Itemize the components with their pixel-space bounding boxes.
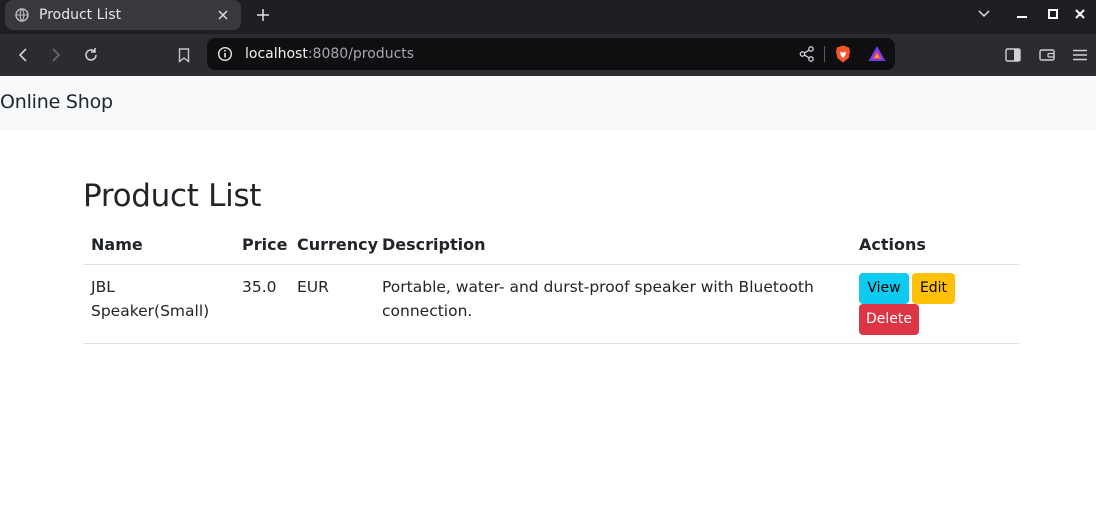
site-info-icon[interactable] bbox=[217, 46, 233, 62]
navbar-brand[interactable]: Online Shop bbox=[0, 91, 113, 113]
table-header: Name Price Currency Description Actions bbox=[83, 226, 1019, 265]
bookmark-icon[interactable] bbox=[173, 44, 195, 66]
column-header-name: Name bbox=[91, 235, 143, 254]
chevron-down-icon[interactable] bbox=[973, 4, 995, 24]
forward-button[interactable] bbox=[45, 44, 67, 66]
edit-button[interactable]: Edit bbox=[912, 273, 955, 304]
back-button[interactable] bbox=[12, 44, 34, 66]
product-currency-cell: EUR bbox=[297, 278, 329, 296]
rewards-icon[interactable] bbox=[867, 44, 887, 64]
browser-toolbar: localhost:8080/products bbox=[0, 34, 1096, 76]
brave-shield-icon[interactable] bbox=[833, 44, 853, 64]
column-header-currency: Currency bbox=[297, 235, 379, 254]
url-host: localhost bbox=[245, 46, 308, 62]
page-title: Product List bbox=[83, 178, 262, 214]
browser-tab[interactable]: Product List bbox=[5, 0, 241, 30]
browser-tab-bar: Product List bbox=[0, 0, 1096, 34]
delete-button[interactable]: Delete bbox=[859, 304, 919, 335]
minimize-button[interactable] bbox=[1011, 4, 1033, 24]
product-description-cell: Portable, water- and durst-proof speaker… bbox=[382, 278, 814, 320]
sidebar-toggle-icon[interactable] bbox=[1002, 44, 1024, 66]
product-name-cell: JBL Speaker(Small) bbox=[91, 278, 210, 320]
address-bar[interactable]: localhost:8080/products bbox=[207, 38, 895, 70]
globe-icon bbox=[15, 8, 29, 22]
maximize-button[interactable] bbox=[1042, 4, 1064, 24]
table-row: JBL Speaker(Small) 35.0 EUR Portable, wa… bbox=[83, 265, 1019, 344]
new-tab-button[interactable] bbox=[253, 5, 273, 25]
product-price-cell: 35.0 bbox=[242, 278, 277, 296]
url-text[interactable]: localhost:8080/products bbox=[245, 38, 414, 70]
divider bbox=[824, 46, 825, 62]
site-navbar: Online Shop bbox=[0, 76, 1096, 131]
menu-icon[interactable] bbox=[1069, 44, 1091, 66]
close-window-button[interactable] bbox=[1069, 4, 1091, 24]
view-button[interactable]: View bbox=[859, 273, 909, 304]
column-header-price: Price bbox=[242, 235, 288, 254]
url-path: :8080/products bbox=[307, 46, 415, 62]
share-icon[interactable] bbox=[798, 45, 816, 63]
column-header-actions: Actions bbox=[859, 235, 926, 254]
column-header-description: Description bbox=[382, 235, 486, 254]
wallet-icon[interactable] bbox=[1036, 44, 1058, 66]
close-icon[interactable] bbox=[215, 7, 231, 23]
tab-title: Product List bbox=[39, 7, 122, 23]
reload-button[interactable] bbox=[80, 44, 102, 66]
